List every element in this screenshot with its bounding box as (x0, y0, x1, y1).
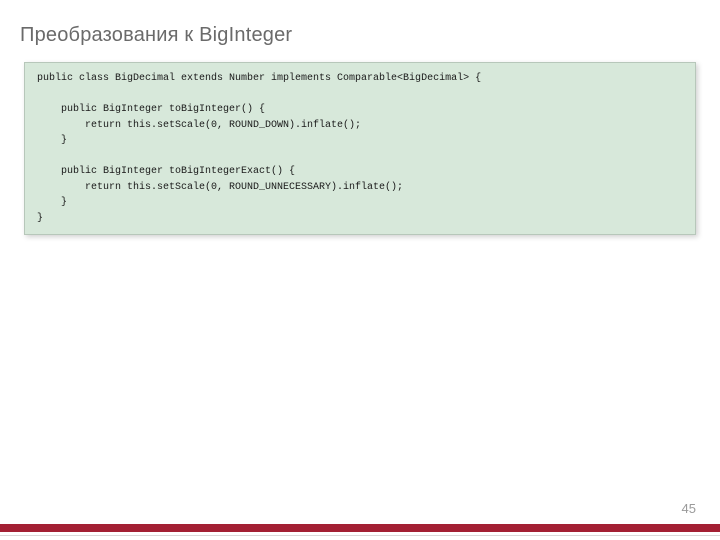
footer-accent-bar (0, 524, 720, 532)
footer-underline (0, 535, 720, 536)
slide: Преобразования к BigInteger public class… (0, 0, 720, 540)
slide-title: Преобразования к BigInteger (20, 24, 292, 47)
code-block: public class BigDecimal extends Number i… (24, 62, 696, 235)
code-content: public class BigDecimal extends Number i… (37, 71, 683, 226)
page-number: 45 (682, 501, 696, 516)
